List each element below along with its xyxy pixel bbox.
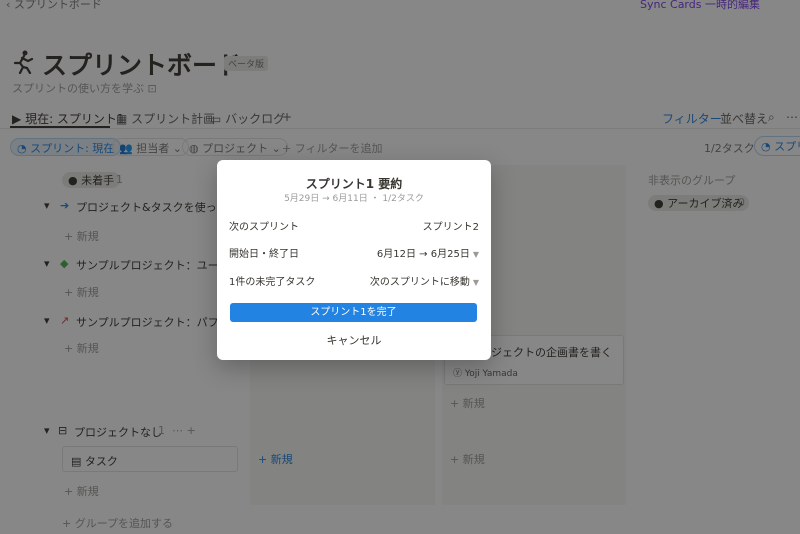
incomplete-task-row[interactable]: 1件の未完了タスク 次のスプリントに移動 ▼ (229, 273, 479, 291)
next-sprint-value: スプリント2 (422, 222, 479, 233)
dialog-title: スプリント1 要約 (305, 177, 403, 191)
next-sprint-row: 次のスプリント スプリント2 (229, 218, 479, 236)
cancel-button[interactable]: キャンセル (217, 332, 491, 348)
row-label: 1件の未完了タスク (229, 277, 316, 288)
move-task-value: 次のスプリントに移動 (369, 277, 470, 288)
chevron-down-icon: ▼ (472, 250, 479, 259)
dialog-subtitle: 5月29日 → 6月11日 ・ 1/2タスク (284, 194, 424, 204)
dates-select[interactable]: 6月12日 → 6月25日 ▼ (377, 245, 479, 260)
dates-value: 6月12日 → 6月25日 (376, 249, 470, 260)
row-label: 開始日・終了日 (229, 249, 299, 260)
row-label: 次のスプリント (229, 222, 299, 233)
sprint-summary-dialog: スプリント1 要約 5月29日 → 6月11日 ・ 1/2タスク 次のスプリント… (217, 160, 491, 360)
move-task-select[interactable]: 次のスプリントに移動 ▼ (370, 273, 479, 288)
complete-sprint-button[interactable]: スプリント1を完了 (230, 303, 477, 322)
chevron-down-icon: ▼ (472, 278, 479, 287)
dates-row[interactable]: 開始日・終了日 6月12日 → 6月25日 ▼ (229, 245, 479, 263)
